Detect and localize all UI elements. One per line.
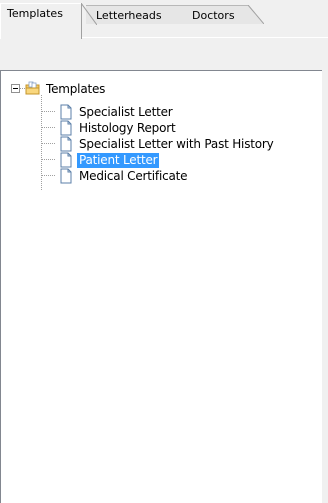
tree-item-histology-report[interactable]: Histology Report <box>58 120 177 136</box>
template-tree[interactable]: Templates Specialist Letter Histology Re… <box>0 70 322 503</box>
document-icon <box>60 120 72 136</box>
document-icon <box>60 136 72 152</box>
tab-templates-label: Templates <box>7 7 63 20</box>
tab-doctors-label: Doctors <box>192 9 235 22</box>
collapse-toggle-icon[interactable] <box>11 84 20 93</box>
tab-templates[interactable]: Templates <box>0 3 82 39</box>
document-icon <box>60 168 72 184</box>
tab-letterheads-label: Letterheads <box>96 9 162 22</box>
tab-doctors[interactable]: Doctors <box>178 5 248 24</box>
tree-item-specialist-letter[interactable]: Specialist Letter <box>58 104 175 120</box>
tree-connector-line <box>42 111 55 112</box>
tab-edge-decoration <box>81 3 97 25</box>
tree-item-specialist-letter-past-history[interactable]: Specialist Letter with Past History <box>58 136 276 152</box>
tree-item-patient-letter[interactable]: Patient Letter <box>58 152 160 168</box>
tree-item-label: Medical Certificate <box>79 168 188 183</box>
folder-icon <box>25 81 40 95</box>
tab-content-area <box>0 38 328 70</box>
tree-item-label: Histology Report <box>79 120 176 135</box>
tree-item-medical-certificate[interactable]: Medical Certificate <box>58 168 189 184</box>
tree-item-label-selected: Patient Letter <box>77 152 160 168</box>
tab-letterheads[interactable]: Letterheads <box>86 5 178 24</box>
tree-connector-line <box>42 159 55 160</box>
tab-strip: Letterheads Doctors Templates <box>0 0 328 39</box>
document-icon <box>60 152 72 168</box>
tree-item-label: Specialist Letter with Past History <box>79 136 274 151</box>
tree-root-label: Templates <box>46 81 106 96</box>
tree-connector-line <box>42 175 55 176</box>
document-icon <box>60 104 72 120</box>
tree-connector-line <box>42 127 55 128</box>
tree-connector-line <box>42 143 55 144</box>
tree-item-label: Specialist Letter <box>79 104 173 119</box>
tree-root-templates[interactable]: Templates <box>25 81 107 97</box>
